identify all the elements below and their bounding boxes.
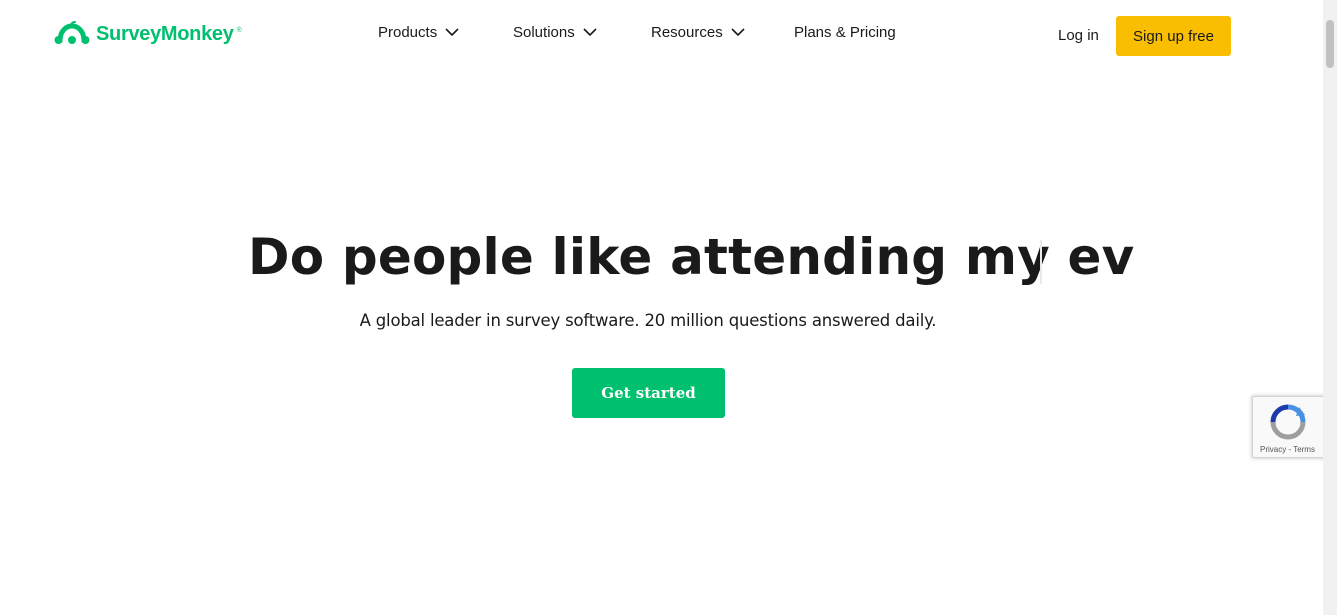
recaptcha-icon (1270, 404, 1306, 440)
nav-products-label: Products (378, 24, 438, 41)
chevron-down-icon (583, 28, 597, 37)
surveymonkey-logo-icon (54, 21, 90, 44)
site-header: SurveyMonkey ® Products Solutions Resour… (0, 0, 1323, 72)
nav-plans-pricing[interactable]: Plans & Pricing (794, 24, 896, 41)
nav-products[interactable]: Products (378, 24, 459, 41)
brand-name: SurveyMonkey (96, 22, 234, 45)
hero-subtitle: A global leader in survey software. 20 m… (359, 311, 937, 330)
signup-button[interactable]: Sign up free (1116, 16, 1231, 56)
login-link[interactable]: Log in (1058, 27, 1099, 44)
recaptcha-privacy-terms[interactable]: Privacy - Terms (1260, 445, 1315, 454)
get-started-button[interactable]: Get started (572, 368, 725, 418)
nav-resources-label: Resources (651, 24, 723, 41)
typing-caret (1040, 240, 1042, 284)
chevron-down-icon (731, 28, 745, 37)
nav-solutions[interactable]: Solutions (513, 24, 597, 41)
nav-plans-pricing-label: Plans & Pricing (794, 24, 896, 41)
surveymonkey-logo[interactable]: SurveyMonkey ® (54, 21, 242, 47)
vertical-scrollbar[interactable] (1323, 0, 1337, 615)
nav-solutions-label: Solutions (513, 24, 575, 41)
scroll-thumb[interactable] (1326, 20, 1334, 68)
chevron-down-icon (445, 28, 459, 37)
nav-resources[interactable]: Resources (651, 24, 745, 41)
registered-mark: ® (236, 26, 242, 34)
hero-title: Do people like attending my ev (248, 228, 1135, 286)
